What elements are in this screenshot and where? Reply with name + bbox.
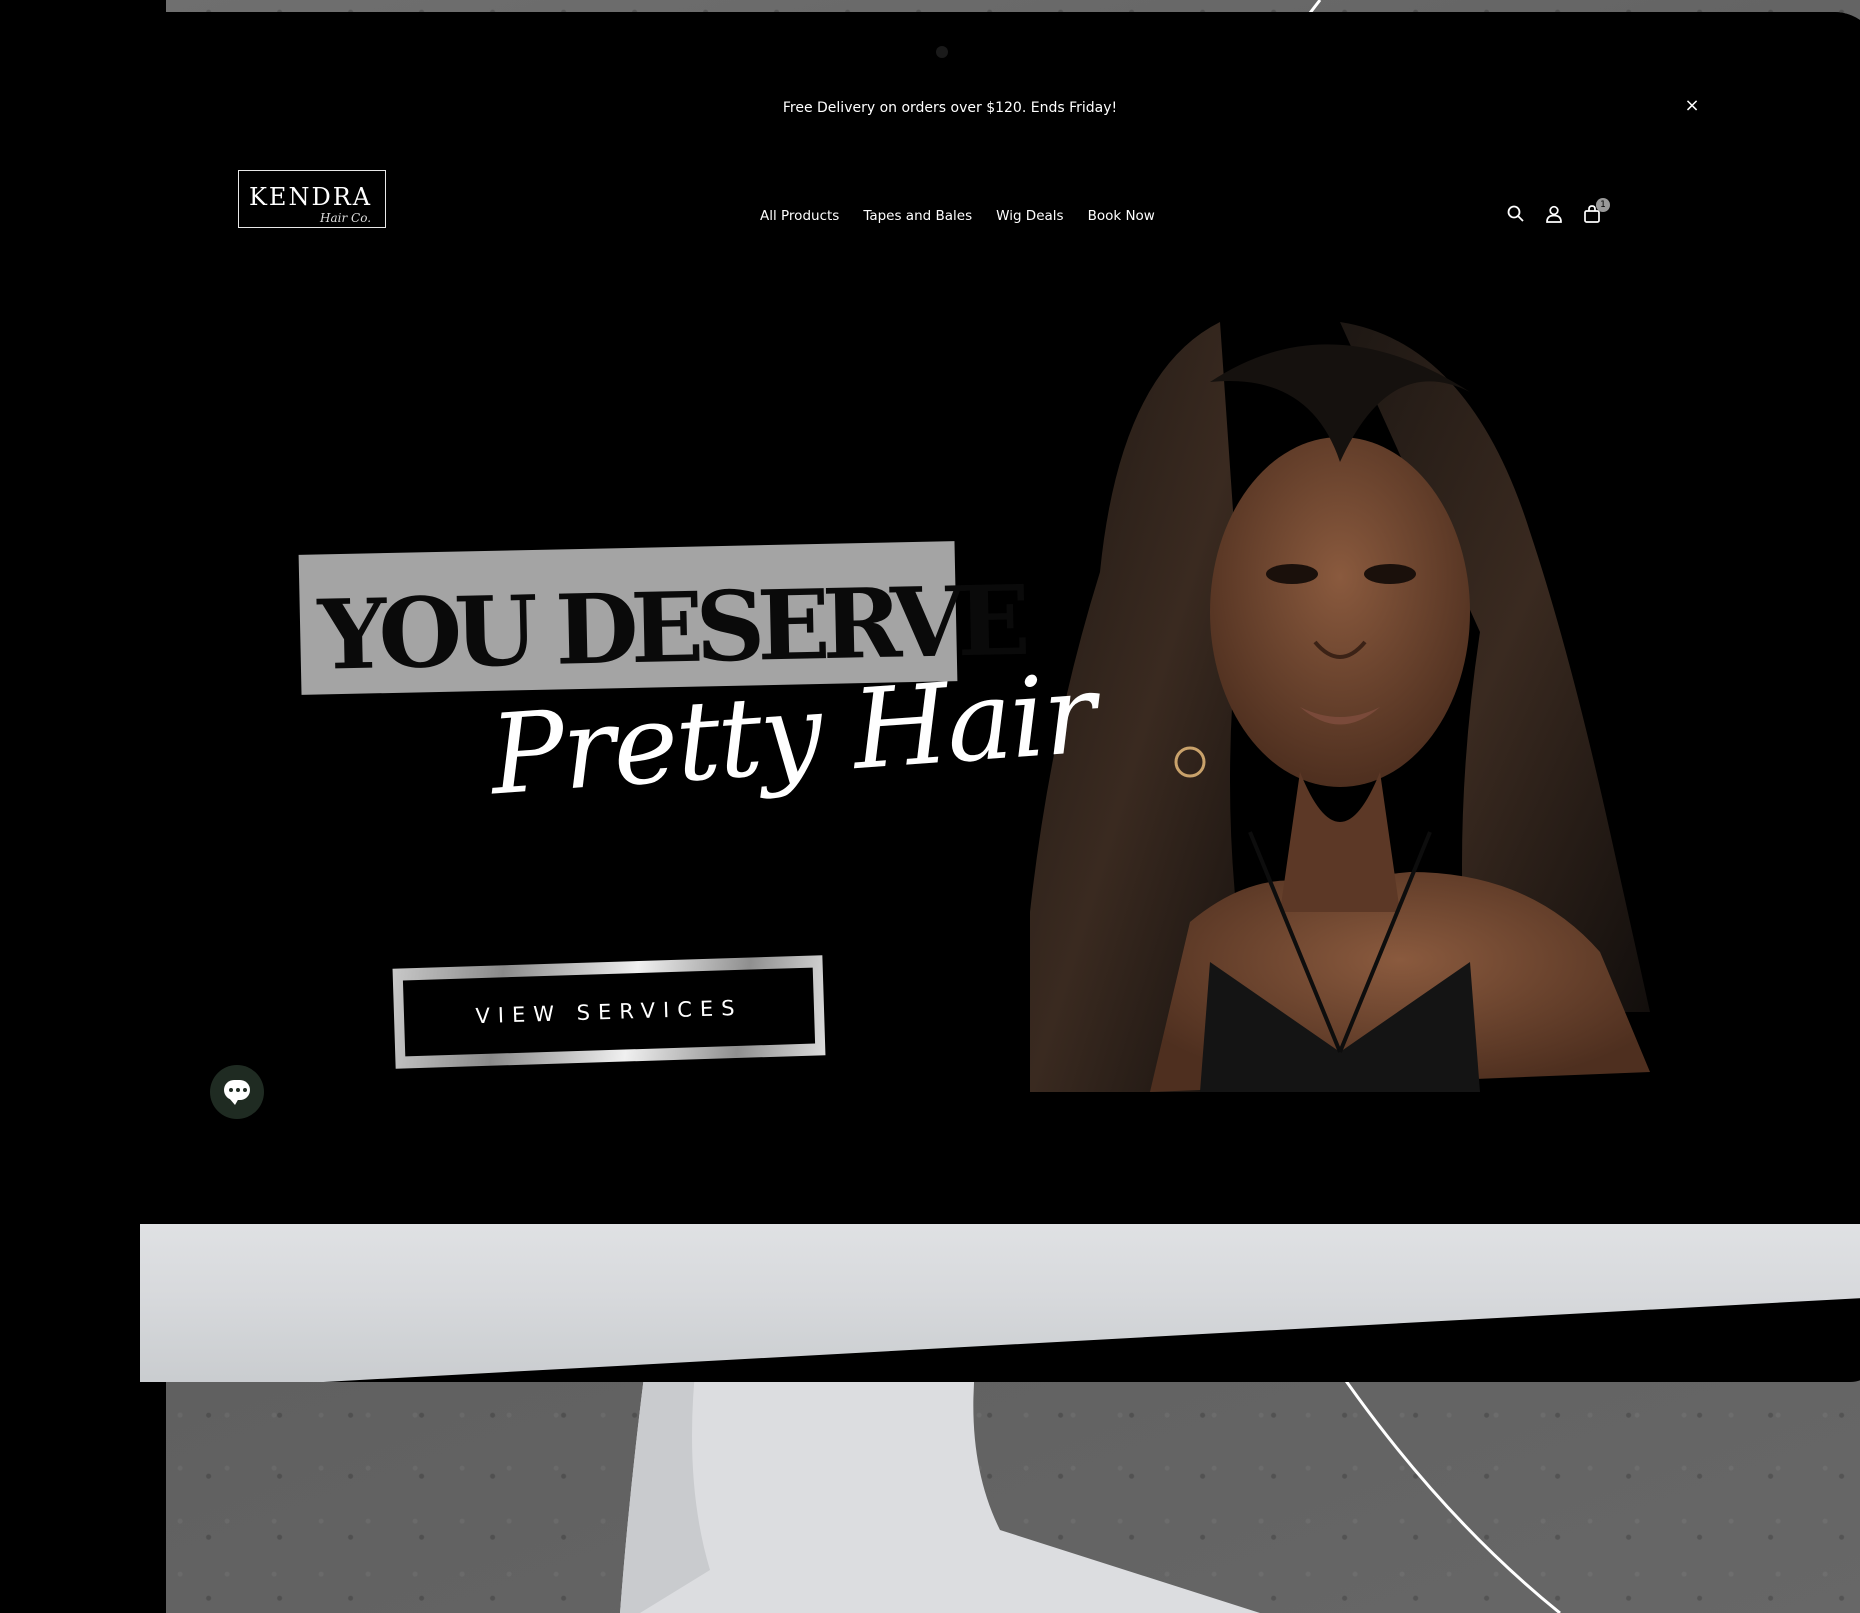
monitor-bezel: Free Delivery on orders over $120. Ends …	[20, 12, 1860, 1382]
account-icon[interactable]	[1544, 204, 1564, 224]
nav-item-wig-deals[interactable]: Wig Deals	[996, 208, 1063, 224]
view-services-button[interactable]: VIEW SERVICES	[392, 955, 826, 1069]
nav-item-all-products[interactable]: All Products	[760, 208, 839, 224]
header-icons: 1	[1506, 198, 1610, 224]
webcam-dot	[936, 46, 948, 58]
search-icon[interactable]	[1506, 204, 1526, 224]
chat-bubble-icon	[224, 1080, 250, 1105]
nav-item-book-now[interactable]: Book Now	[1088, 208, 1155, 224]
brand-sub: Hair Co.	[317, 211, 375, 225]
view-services-label: VIEW SERVICES	[402, 967, 816, 1057]
announcement-bar-text: Free Delivery on orders over $120. Ends …	[782, 100, 1118, 116]
brand-name: KENDRA	[249, 183, 373, 211]
cart-icon[interactable]: 1	[1582, 198, 1610, 224]
woman-portrait-image	[1030, 322, 1650, 1092]
cart-count-badge: 1	[1596, 198, 1610, 212]
website-screen: Free Delivery on orders over $120. Ends …	[20, 12, 1860, 1224]
close-icon[interactable]: ×	[1680, 94, 1704, 118]
brand-logo[interactable]: KENDRA Hair Co.	[238, 170, 386, 228]
chat-button[interactable]	[210, 1065, 264, 1119]
main-nav: All Products Tapes and Bales Wig Deals B…	[760, 208, 1155, 224]
nav-item-tapes-and-bales[interactable]: Tapes and Bales	[863, 208, 972, 224]
